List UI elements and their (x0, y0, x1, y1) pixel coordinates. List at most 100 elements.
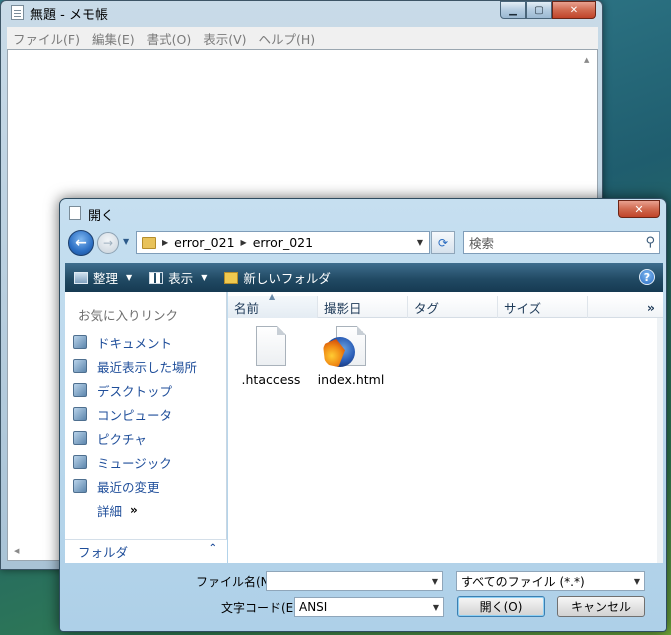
views-button[interactable]: 表示 ▼ (149, 268, 207, 287)
recent-places-icon (73, 359, 87, 373)
command-bar: 整理 ▼ 表示 ▼ 新しいフォルダ ? (65, 263, 663, 292)
dialog-title: 開く (88, 209, 115, 224)
notepad-titlebar[interactable]: 無題 - メモ帳 ▁ ▢ ✕ (1, 1, 602, 25)
sort-ascending-icon: ▲ (269, 292, 276, 301)
scroll-left-arrow-icon[interactable]: ◀ (14, 547, 19, 555)
cancel-button[interactable]: キャンセル (557, 596, 645, 617)
notepad-title: 無題 - メモ帳 (30, 8, 108, 23)
encoding-value: ANSI (299, 600, 328, 614)
menu-edit[interactable]: 編集(E) (92, 29, 135, 48)
back-button[interactable]: ← (68, 230, 94, 256)
computer-icon (73, 407, 87, 421)
more-columns-button[interactable]: » (588, 296, 663, 318)
organize-button[interactable]: 整理 ▼ (74, 268, 132, 287)
column-label: タグ (414, 300, 440, 316)
breadcrumb-item[interactable]: error_021 (174, 235, 234, 250)
music-icon (73, 455, 87, 469)
close-button[interactable]: ✕ (552, 1, 596, 19)
column-header-name[interactable]: ▲ 名前 (228, 292, 318, 318)
favorite-link-label: ミュージック (97, 455, 172, 471)
favorite-link-recent-places[interactable]: 最近表示した場所 (73, 354, 197, 378)
chevron-up-icon: ⌃ (208, 543, 217, 554)
pictures-icon (73, 431, 87, 445)
chevron-down-icon: ▼ (432, 603, 439, 612)
favorite-link-pictures[interactable]: ピクチャ (73, 426, 197, 450)
desktop-icon (73, 383, 87, 397)
encoding-label: 文字コード(E): (221, 601, 302, 615)
open-button[interactable]: 開く(O) (457, 596, 545, 617)
more-links-label: 詳細 (97, 503, 123, 519)
folders-toggle[interactable]: フォルダ ⌃ (65, 539, 227, 563)
notepad-icon (11, 5, 24, 20)
filename-input[interactable]: ▼ (266, 571, 443, 591)
menu-format[interactable]: 書式(O) (147, 29, 192, 48)
favorite-link-label: 最近の変更 (97, 479, 160, 495)
favorite-links-list: ドキュメント 最近表示した場所 デスクトップ コンピュータ ピクチャ ミュージッ… (73, 330, 197, 522)
encoding-select[interactable]: ANSI ▼ (294, 597, 444, 617)
column-label: 名前 (234, 300, 260, 316)
favorite-link-label: ドキュメント (97, 335, 173, 351)
search-box[interactable]: 検索 ⚲ (463, 231, 660, 254)
address-dropdown-icon[interactable]: ▼ (417, 238, 423, 247)
favorite-link-label: 最近表示した場所 (97, 359, 198, 375)
refresh-button[interactable]: ⟳ (431, 231, 455, 254)
chevron-down-icon: ▼ (126, 273, 133, 282)
organize-label: 整理 (93, 271, 119, 286)
scroll-up-arrow-icon[interactable]: ▲ (584, 56, 589, 64)
favorite-link-documents[interactable]: ドキュメント (73, 330, 197, 354)
firefox-html-icon (325, 326, 366, 367)
file-item[interactable]: .htaccess (231, 326, 311, 387)
dialog-close-button[interactable]: ✕ (618, 200, 660, 218)
file-list-scrollbar[interactable] (657, 318, 663, 563)
menu-help[interactable]: ヘルプ(H) (259, 29, 316, 48)
address-bar[interactable]: ▶ error_021 ▶ error_021 ▼ (136, 231, 430, 254)
search-icon[interactable]: ⚲ (645, 235, 655, 250)
new-folder-button[interactable]: 新しいフォルダ (224, 268, 331, 287)
organize-icon (74, 271, 88, 284)
column-header-date-taken[interactable]: 撮影日 (318, 296, 408, 318)
navigation-pane: お気に入りリンク ドキュメント 最近表示した場所 デスクトップ コンピュータ ピ… (65, 292, 227, 562)
breadcrumb-separator-icon[interactable]: ▶ (162, 238, 168, 247)
breadcrumb-item[interactable]: error_021 (253, 235, 313, 250)
chevron-down-icon: ▼ (633, 577, 640, 586)
favorite-link-computer[interactable]: コンピュータ (73, 402, 197, 426)
favorite-link-label: ピクチャ (97, 431, 147, 447)
column-header-size[interactable]: サイズ (498, 296, 588, 318)
column-header-tags[interactable]: タグ (408, 296, 498, 318)
firefox-logo-icon (325, 337, 355, 367)
favorite-link-desktop[interactable]: デスクトップ (73, 378, 197, 402)
dialog-icon (69, 206, 81, 220)
documents-icon (73, 335, 87, 349)
open-dialog: 開く ✕ ← → ▼ ▶ error_021 ▶ error_021 ▼ ⟳ 検… (59, 198, 667, 632)
column-label: 撮影日 (324, 300, 362, 316)
column-header-row: ▲ 名前 撮影日 タグ サイズ » (228, 292, 663, 318)
views-label: 表示 (168, 271, 194, 286)
chevron-down-icon: ▼ (201, 273, 208, 282)
file-name: .htaccess (241, 372, 301, 387)
minimize-button[interactable]: ▁ (500, 1, 526, 19)
favorite-link-label: コンピュータ (97, 407, 173, 423)
maximize-button[interactable]: ▢ (526, 1, 552, 19)
forward-button[interactable]: → (97, 232, 119, 254)
recent-pages-dropdown-icon[interactable]: ▼ (123, 237, 129, 246)
views-icon (149, 271, 164, 284)
file-list-pane: ▲ 名前 撮影日 タグ サイズ » .htaccess index.html (228, 292, 663, 563)
breadcrumb-separator-icon[interactable]: ▶ (241, 238, 247, 247)
new-folder-label: 新しいフォルダ (243, 271, 331, 286)
file-type-select[interactable]: すべてのファイル (*.*) ▼ (456, 571, 645, 591)
file-item[interactable]: index.html (311, 326, 391, 387)
menu-file[interactable]: ファイル(F) (13, 29, 80, 48)
chevron-down-icon[interactable]: ▼ (432, 577, 438, 586)
more-links-button[interactable]: 詳細 » (73, 498, 197, 522)
column-label: サイズ (504, 300, 542, 316)
search-placeholder: 検索 (469, 236, 495, 251)
favorite-link-recently-changed[interactable]: 最近の変更 (73, 474, 197, 498)
favorite-link-music[interactable]: ミュージック (73, 450, 197, 474)
folders-label: フォルダ (78, 545, 129, 560)
file-name: index.html (317, 372, 385, 387)
help-icon[interactable]: ? (639, 269, 655, 285)
menu-view[interactable]: 表示(V) (203, 29, 246, 48)
favorite-links-header: お気に入りリンク (78, 308, 179, 323)
file-type-value: すべてのファイル (*.*) (461, 574, 585, 589)
notepad-menubar: ファイル(F) 編集(E) 書式(O) 表示(V) ヘルプ(H) (7, 27, 598, 49)
